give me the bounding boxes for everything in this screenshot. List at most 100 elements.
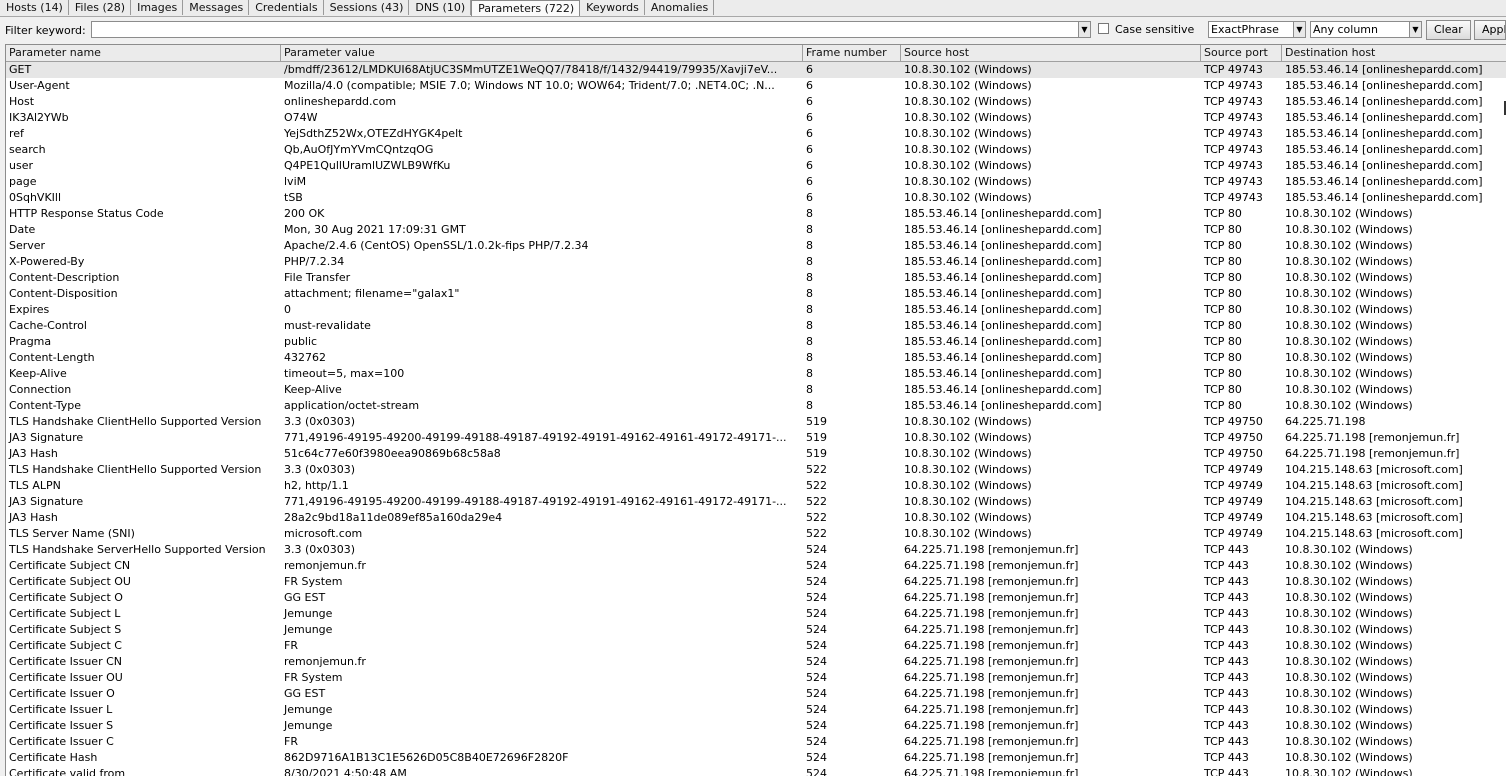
- filter-keyword-input[interactable]: [91, 21, 1079, 38]
- table-row[interactable]: Expires 0 8 185.53.46.14 [onlineshepardd.co…: [6, 302, 1506, 318]
- table-cell: 64.225.71.198 [remonjemun.fr]: [904, 639, 1079, 652]
- table-row[interactable]: TLS ALPN h2, http/1.1 522 10.8.30.102 (Wind…: [6, 478, 1506, 494]
- table-row[interactable]: TLS Handshake ServerHello Supported Vers…: [6, 542, 1506, 558]
- tab-1[interactable]: Files (28): [69, 0, 132, 15]
- tab-8[interactable]: Keywords: [580, 0, 645, 15]
- table-cell: Certificate Issuer OU: [9, 671, 123, 684]
- tab-4[interactable]: Credentials: [249, 0, 324, 15]
- table-cell: TCP 49743: [1204, 111, 1263, 124]
- column-header[interactable]: Parameter name: [6, 45, 281, 61]
- table-cell: 185.53.46.14 [onlineshepardd.com]: [1285, 191, 1483, 204]
- tab-2[interactable]: Images: [131, 0, 184, 15]
- table-cell: 8: [806, 303, 813, 316]
- table-row[interactable]: 0SqhVKIll tSB 6 10.8.30.102 (Windows) TCP 49…: [6, 190, 1506, 206]
- table-row[interactable]: Keep-Alive timeout=5, max=100 8 185.53.46.1…: [6, 366, 1506, 382]
- table-row[interactable]: ref YejSdthZ52Wx,OTEZdHYGK4pelt 6 10.8.30.1…: [6, 126, 1506, 142]
- table-cell: 10.8.30.102 (Windows): [1285, 383, 1413, 396]
- table-row[interactable]: Certificate Issuer L Jemunge 524 64.225.71.…: [6, 702, 1506, 718]
- table-cell: TCP 80: [1204, 383, 1242, 396]
- table-cell: TCP 80: [1204, 367, 1242, 380]
- column-header[interactable]: Frame number: [803, 45, 901, 61]
- table-row[interactable]: HTTP Response Status Code 200 OK 8 185.53.4…: [6, 206, 1506, 222]
- match-mode-select[interactable]: ExactPhrase: [1208, 21, 1306, 38]
- table-cell: 64.225.71.198 [remonjemun.fr]: [904, 575, 1079, 588]
- table-cell: TCP 80: [1204, 351, 1242, 364]
- table-row[interactable]: JA3 Signature 771,49196-49195-49200-49199…: [6, 494, 1506, 510]
- table-row[interactable]: search Qb,AuOfJYmYVmCQntzqOG 6 10.8.30.102 …: [6, 142, 1506, 158]
- table-cell: 519: [806, 447, 827, 460]
- table-cell: 64.225.71.198 [remonjemun.fr]: [904, 591, 1079, 604]
- table-cell: TCP 80: [1204, 399, 1242, 412]
- table-cell: TCP 49743: [1204, 191, 1263, 204]
- table-cell: 8: [806, 271, 813, 284]
- table-row[interactable]: TLS Server Name (SNI) microsoft.com 522 10.…: [6, 526, 1506, 542]
- filter-history-dropdown[interactable]: ▼: [1078, 21, 1091, 38]
- table-row[interactable]: User-Agent Mozilla/4.0 (compatible; MSIE …: [6, 78, 1506, 94]
- tab-7[interactable]: Parameters (722): [471, 0, 581, 16]
- tab-5[interactable]: Sessions (43): [324, 0, 410, 15]
- table-row[interactable]: Certificate Subject L Jemunge 524 64.225.71…: [6, 606, 1506, 622]
- chevron-down-icon: ▼: [1412, 25, 1419, 34]
- table-cell: FR: [284, 639, 298, 652]
- table-row[interactable]: Certificate Subject C FR 524 64.225.71.198 …: [6, 638, 1506, 654]
- tab-3[interactable]: Messages: [183, 0, 250, 15]
- tab-0[interactable]: Hosts (14): [0, 0, 69, 15]
- table-row[interactable]: Pragma public 8 185.53.46.14 [onlineshepard…: [6, 334, 1506, 350]
- table-cell: TCP 80: [1204, 255, 1242, 268]
- table-row[interactable]: Certificate Subject O GG EST 524 64.225.71.…: [6, 590, 1506, 606]
- table-row[interactable]: Content-Disposition attachment; filename=…: [6, 286, 1506, 302]
- table-row[interactable]: Certificate Issuer C FR 524 64.225.71.198 […: [6, 734, 1506, 750]
- table-row[interactable]: JA3 Signature 771,49196-49195-49200-49199…: [6, 430, 1506, 446]
- table-row[interactable]: Certificate Subject CN remonjemun.fr 524 64…: [6, 558, 1506, 574]
- case-sensitive-checkbox[interactable]: [1098, 23, 1109, 34]
- table-row[interactable]: X-Powered-By PHP/7.2.34 8 185.53.46.14 [onl…: [6, 254, 1506, 270]
- table-row[interactable]: Date Mon, 30 Aug 2021 17:09:31 GMT 8 185.53…: [6, 222, 1506, 238]
- column-header[interactable]: Destination host: [1282, 45, 1506, 61]
- column-scope-select[interactable]: Any column: [1310, 21, 1422, 38]
- match-mode-dropdown[interactable]: ▼: [1293, 21, 1306, 38]
- table-row[interactable]: Certificate Issuer S Jemunge 524 64.225.71.…: [6, 718, 1506, 734]
- tab-6[interactable]: DNS (10): [409, 0, 472, 15]
- table-row[interactable]: user Q4PE1QullUramlUZWLB9WfKu 6 10.8.30.102…: [6, 158, 1506, 174]
- table-row[interactable]: page lviM 6 10.8.30.102 (Windows) TCP 49743 1…: [6, 174, 1506, 190]
- table-cell: 10.8.30.102 (Windows): [1285, 303, 1413, 316]
- table-row[interactable]: Connection Keep-Alive 8 185.53.46.14 [onlin…: [6, 382, 1506, 398]
- table-row[interactable]: Certificate Subject S Jemunge 524 64.225.71…: [6, 622, 1506, 638]
- table-row[interactable]: Cache-Control must-revalidate 8 185.53.46.1…: [6, 318, 1506, 334]
- tab-9[interactable]: Anomalies: [645, 0, 715, 15]
- table-cell: FR: [284, 735, 298, 748]
- table-row[interactable]: TLS Handshake ClientHello Supported Vers…: [6, 462, 1506, 478]
- clear-button[interactable]: Clear: [1426, 20, 1471, 40]
- table-row[interactable]: JA3 Hash 51c64c77e60f3980eea90869b68c58a8…: [6, 446, 1506, 462]
- table-cell: 6: [806, 111, 813, 124]
- table-cell: tSB: [284, 191, 303, 204]
- table-cell: TCP 49743: [1204, 175, 1263, 188]
- table-row[interactable]: Certificate Issuer O GG EST 524 64.225.71.1…: [6, 686, 1506, 702]
- table-cell: TCP 443: [1204, 543, 1249, 556]
- column-scope-dropdown[interactable]: ▼: [1409, 21, 1422, 38]
- table-row[interactable]: Host onlineshepardd.com 6 10.8.30.102 (Wind…: [6, 94, 1506, 110]
- column-header[interactable]: Source host: [901, 45, 1201, 61]
- table-cell: ref: [9, 127, 24, 140]
- column-header[interactable]: Source port: [1201, 45, 1282, 61]
- table-row[interactable]: Content-Description File Transfer 8 185.53.…: [6, 270, 1506, 286]
- table-cell: HTTP Response Status Code: [9, 207, 164, 220]
- table-row[interactable]: Certificate Issuer OU FR System 524 64.225.…: [6, 670, 1506, 686]
- table-cell: TCP 49743: [1204, 95, 1263, 108]
- table-row[interactable]: Content-Length 432762 8 185.53.46.14 [onlin…: [6, 350, 1506, 366]
- table-row[interactable]: Certificate Hash 862D9716A1B13C1E5626D05C…: [6, 750, 1506, 766]
- table-row[interactable]: Server Apache/2.4.6 (CentOS) OpenSSL/1.0.…: [6, 238, 1506, 254]
- column-header[interactable]: Parameter value: [281, 45, 803, 61]
- apply-button[interactable]: Apply: [1474, 20, 1506, 40]
- table-cell: 10.8.30.102 (Windows): [904, 415, 1032, 428]
- table-row[interactable]: TLS Handshake ClientHello Supported Vers…: [6, 414, 1506, 430]
- table-cell: 524: [806, 559, 827, 572]
- table-row[interactable]: IK3Al2YWb O74W 6 10.8.30.102 (Windows) TCP 4…: [6, 110, 1506, 126]
- table-row[interactable]: Certificate Subject OU FR System 524 64.225…: [6, 574, 1506, 590]
- table-row[interactable]: Content-Type application/octet-stream 8 185…: [6, 398, 1506, 414]
- table-cell: 185.53.46.14 [onlineshepardd.com]: [904, 367, 1102, 380]
- table-row[interactable]: GET/bmdff/23612/LMDKUI68AtjUC3SMmUTZE1We…: [6, 62, 1506, 78]
- table-row[interactable]: Certificate Issuer CN remonjemun.fr 524 64.…: [6, 654, 1506, 670]
- table-row[interactable]: JA3 Hash 28a2c9bd18a11de089ef85a160da29e4…: [6, 510, 1506, 526]
- table-cell: Certificate Issuer C: [9, 735, 114, 748]
